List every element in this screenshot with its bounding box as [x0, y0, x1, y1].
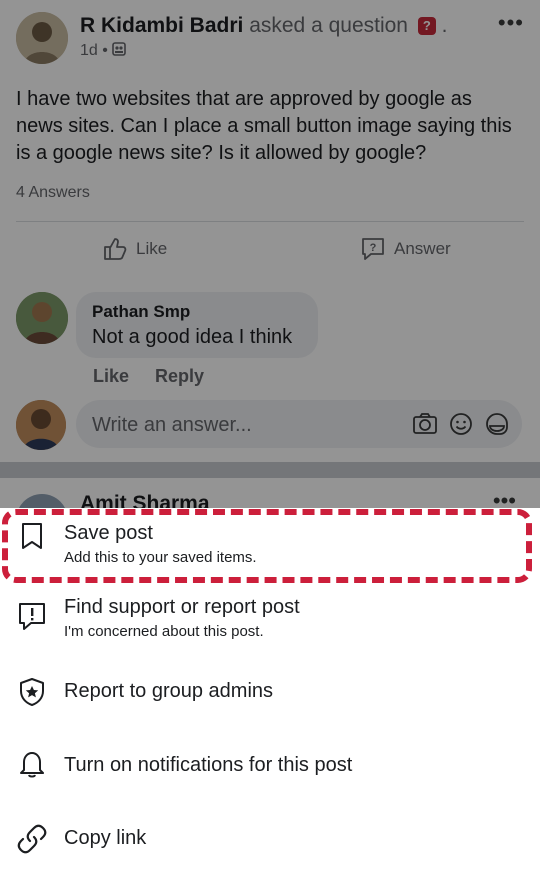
menu-item-title: Turn on notifications for this post — [64, 754, 353, 776]
shield-star-icon — [20, 678, 44, 706]
bell-icon — [20, 752, 44, 778]
menu-item-copy-link[interactable]: Copy link — [0, 815, 540, 863]
menu-item-report-admins[interactable]: Report to group admins — [0, 668, 540, 716]
menu-item-subtitle: I'm concerned about this post. — [64, 623, 264, 640]
menu-item-title: Report to group admins — [64, 680, 274, 702]
menu-item-find-support[interactable]: Find support or report post I'm concerne… — [0, 586, 540, 656]
menu-item-title: Find support or report post — [64, 596, 300, 618]
link-icon — [17, 824, 47, 854]
save-post-highlight — [2, 509, 532, 583]
menu-item-title: Copy link — [64, 827, 147, 849]
report-icon — [19, 603, 45, 630]
menu-item-notifications[interactable]: Turn on notifications for this post — [0, 742, 540, 790]
